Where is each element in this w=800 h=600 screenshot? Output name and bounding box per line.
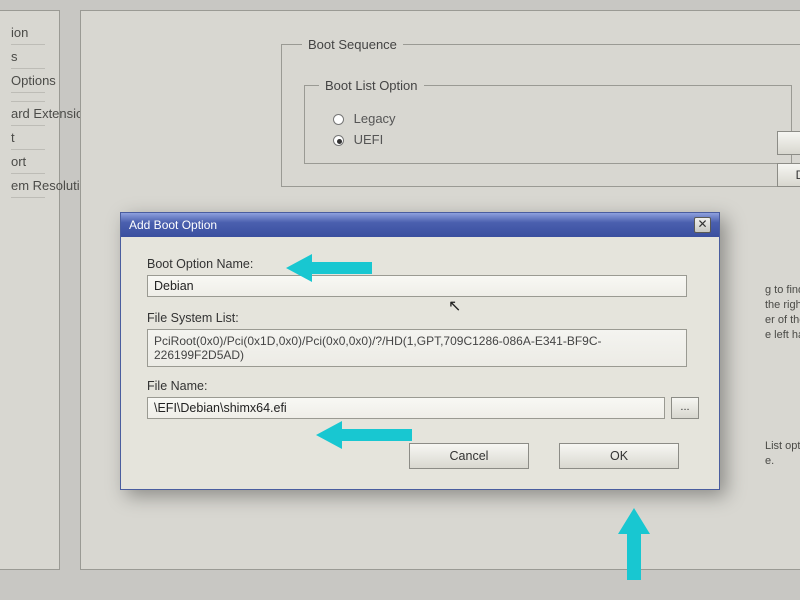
cancel-button[interactable]: Cancel — [409, 443, 529, 469]
boot-list-option-group: Boot List Option Legacy UEFI — [304, 78, 792, 164]
radio-uefi-label: UEFI — [354, 132, 384, 147]
help-text: g to find a the right h er of the d e le… — [765, 283, 800, 387]
add-boot-option-dialog: Add Boot Option ✕ Boot Option Name: File… — [120, 212, 720, 490]
radio-dot-icon — [333, 135, 344, 146]
nav-item[interactable]: s — [11, 45, 45, 69]
file-name-input[interactable] — [147, 397, 665, 419]
dialog-titlebar[interactable]: Add Boot Option ✕ — [121, 213, 719, 237]
close-icon: ✕ — [697, 217, 707, 231]
nav-item[interactable]: Options — [11, 69, 45, 93]
radio-legacy-label: Legacy — [354, 111, 396, 126]
ok-button[interactable]: OK — [559, 443, 679, 469]
dialog-title: Add Boot Option — [129, 213, 217, 237]
nav-item[interactable]: t — [11, 126, 45, 150]
radio-uefi[interactable]: UEFI — [333, 132, 777, 147]
boot-option-name-input[interactable] — [147, 275, 687, 297]
radio-legacy[interactable]: Legacy — [333, 111, 777, 126]
file-name-label: File Name: — [147, 379, 699, 393]
file-system-list-display[interactable]: PciRoot(0x0)/Pci(0x1D,0x0)/Pci(0x0,0x0)/… — [147, 329, 687, 367]
nav-item[interactable] — [11, 93, 45, 102]
radio-dot-icon — [333, 114, 344, 125]
delete-boot-option-button[interactable]: Delete — [777, 163, 800, 187]
nav-item[interactable]: ort — [11, 150, 45, 174]
bios-left-nav: ion s Options ard Extensions™ t ort em R… — [0, 10, 60, 570]
boot-sequence-group: Boot Sequence Boot List Option Legacy UE… — [281, 37, 800, 187]
file-system-list-label: File System List: — [147, 311, 699, 325]
nav-item[interactable]: ard Extensions™ — [11, 102, 45, 126]
close-button[interactable]: ✕ — [694, 217, 711, 233]
boot-sequence-legend: Boot Sequence — [302, 37, 403, 52]
boot-list-option-legend: Boot List Option — [319, 78, 424, 93]
boot-option-name-label: Boot Option Name: — [147, 257, 699, 271]
dialog-body: Boot Option Name: File System List: PciR… — [121, 237, 719, 489]
browse-button[interactable]: ... — [671, 397, 699, 419]
add-boot-option-button[interactable]: Add — [777, 131, 800, 155]
nav-item[interactable]: em Resolution — [11, 174, 45, 198]
nav-item[interactable]: ion — [11, 21, 45, 45]
